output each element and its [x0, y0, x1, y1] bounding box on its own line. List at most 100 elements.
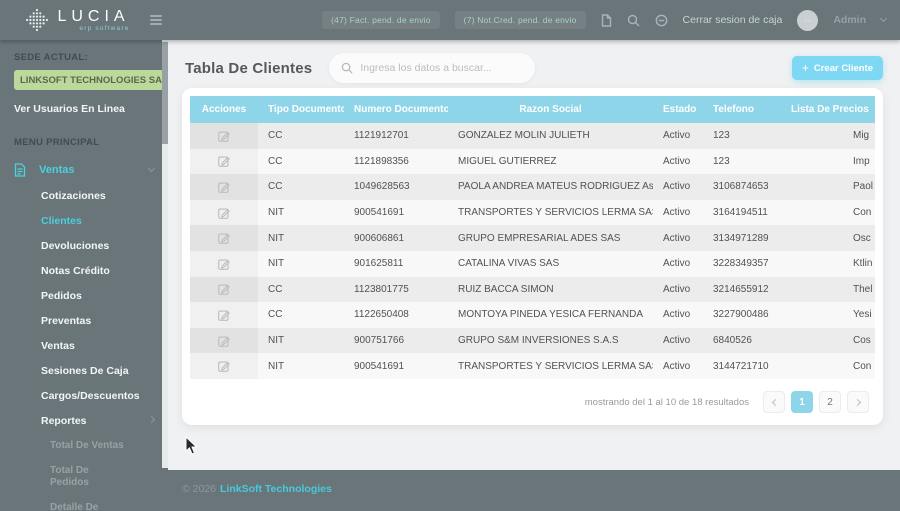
- cell-razon-social: PAOLA ANDREA MATEUS RODRIGUEZ Asf Asfas: [448, 181, 653, 192]
- search-icon[interactable]: [627, 14, 640, 27]
- sidebar-item-ventas-root[interactable]: Ventas: [14, 163, 156, 177]
- current-site-button[interactable]: LINKSOFT TECHNOLOGIES SAS - LINK: [14, 70, 164, 90]
- sidebar-item-label: Clientes: [41, 215, 82, 227]
- cell-estado: Activo: [653, 181, 703, 192]
- edit-pencil-icon: [218, 130, 230, 142]
- edit-row-button[interactable]: [190, 302, 258, 328]
- cell-tipo-documento: CC: [258, 181, 344, 192]
- search-input[interactable]: [360, 62, 523, 74]
- column-header-razon-social: Razon Social: [448, 104, 653, 115]
- edit-row-button[interactable]: [190, 251, 258, 277]
- sidebar-item-cargos-descuentos[interactable]: Cargos/Descuentos: [14, 390, 156, 402]
- document-text-icon: [14, 163, 26, 177]
- edit-row-button[interactable]: [190, 149, 258, 175]
- sidebar-item-cotizaciones[interactable]: Cotizaciones: [14, 190, 156, 202]
- edit-row-button[interactable]: [190, 225, 258, 251]
- cell-estado: Activo: [653, 309, 703, 320]
- user-menu-label[interactable]: Admin: [833, 14, 866, 26]
- sidebar-item-label: Devoluciones: [41, 240, 109, 252]
- edit-row-button[interactable]: [190, 277, 258, 303]
- sidebar-item-label: Reportes: [41, 415, 87, 427]
- table-row: NIT 900751766 GRUPO S&M INVERSIONES S.A.…: [190, 328, 875, 354]
- invoices-pending-badge[interactable]: (47) Fact. pend. de envio: [322, 11, 440, 29]
- cell-razon-social: TRANSPORTES Y SERVICIOS LERMA SAS: [448, 207, 653, 218]
- pagination-page-1[interactable]: 1: [791, 391, 813, 413]
- sidebar-report-item-total-de-pedidos[interactable]: Total De Pedidos: [14, 465, 156, 489]
- cell-lista-de-precios: Con: [781, 207, 875, 218]
- table-row: CC 1122650408 MONTOYA PINEDA YESICA FERN…: [190, 302, 875, 328]
- cell-numero-documento: 901625811: [344, 258, 448, 269]
- scrollbar-thumb[interactable]: [162, 42, 168, 144]
- sidebar-item-sesiones-de-caja[interactable]: Sesiones De Caja: [14, 365, 156, 377]
- pagination-summary: mostrando del 1 al 10 de 18 resultados: [585, 397, 749, 408]
- cell-telefono: 3164194511: [703, 207, 781, 218]
- edit-row-button[interactable]: [190, 174, 258, 200]
- column-header-lista-de-precios: Lista De Precios: [781, 104, 875, 115]
- cell-estado: Activo: [653, 258, 703, 269]
- cell-telefono: 3228349357: [703, 258, 781, 269]
- column-header-acciones: Acciones: [190, 104, 258, 115]
- cell-tipo-documento: CC: [258, 156, 344, 167]
- edit-row-button[interactable]: [190, 328, 258, 354]
- edit-pencil-icon: [218, 309, 230, 321]
- document-icon[interactable]: [601, 14, 612, 27]
- cell-razon-social: GRUPO S&M INVERSIONES S.A.S: [448, 335, 653, 346]
- cell-lista-de-precios: Cos: [781, 335, 875, 346]
- minus-circle-icon[interactable]: [655, 14, 668, 27]
- sidebar-item-label: Pedidos: [41, 290, 82, 302]
- cell-tipo-documento: NIT: [258, 258, 344, 269]
- table-row: NIT 900541691 TRANSPORTES Y SERVICIOS LE…: [190, 353, 875, 379]
- edit-row-button[interactable]: [190, 353, 258, 379]
- cell-numero-documento: 1123801775: [344, 284, 448, 295]
- cell-estado: Activo: [653, 156, 703, 167]
- create-client-button[interactable]: + Crear Cliente: [792, 56, 883, 80]
- cell-numero-documento: 900541691: [344, 361, 448, 372]
- sidebar-item-label: Cargos/Descuentos: [41, 390, 140, 402]
- cell-numero-documento: 1121912701: [344, 130, 448, 141]
- sidebar-report-item-detalle-de-ventas[interactable]: Detalle De Ventas: [14, 502, 156, 511]
- chevron-down-icon[interactable]: [880, 15, 887, 22]
- close-cash-session-link[interactable]: Cerrar sesion de caja: [683, 14, 783, 26]
- table-row: CC 1121898356 MIGUEL GUTIERREZ Activo 12…: [190, 149, 875, 175]
- sidebar-item-ventas[interactable]: Ventas: [14, 340, 156, 352]
- users-online-link[interactable]: Ver Usuarios En Linea: [14, 103, 156, 115]
- sidebar-scrollbar[interactable]: [162, 40, 168, 468]
- pagination-next-button[interactable]: [847, 391, 869, 413]
- edit-row-button[interactable]: [190, 200, 258, 226]
- cell-tipo-documento: NIT: [258, 361, 344, 372]
- cell-numero-documento: 900751766: [344, 335, 448, 346]
- table-row: NIT 901625811 CATALINA VIVAS SAS Activo …: [190, 251, 875, 277]
- sidebar-item-clientes[interactable]: Clientes: [14, 215, 156, 227]
- user-avatar[interactable]: --: [797, 10, 818, 31]
- company-link[interactable]: LinkSoft Technologies: [220, 483, 332, 495]
- sidebar-item-reportes[interactable]: Reportes: [14, 415, 156, 427]
- edit-pencil-icon: [218, 155, 230, 167]
- sidebar-item-preventas[interactable]: Preventas: [14, 315, 156, 327]
- cell-tipo-documento: CC: [258, 130, 344, 141]
- top-bar-actions: (47) Fact. pend. de envio (7) Not.Cred. …: [322, 10, 900, 31]
- hamburger-menu-icon[interactable]: [150, 15, 162, 25]
- sidebar: SEDE ACTUAL: LINKSOFT TECHNOLOGIES SAS -…: [0, 40, 168, 511]
- sidebar-item-notas-cr-dito[interactable]: Notas Crédito: [14, 265, 156, 277]
- client-search: [329, 53, 535, 83]
- credit-notes-pending-badge[interactable]: (7) Not.Cred. pend. de envio: [455, 11, 586, 29]
- sidebar-item-devoluciones[interactable]: Devoluciones: [14, 240, 156, 252]
- cell-numero-documento: 1122650408: [344, 309, 448, 320]
- table-row: NIT 900541691 TRANSPORTES Y SERVICIOS LE…: [190, 200, 875, 226]
- pagination-page-2[interactable]: 2: [819, 391, 841, 413]
- edit-row-button[interactable]: [190, 123, 258, 149]
- cell-estado: Activo: [653, 130, 703, 141]
- cell-estado: Activo: [653, 284, 703, 295]
- column-header-tipo-documento: Tipo Documento: [258, 104, 344, 115]
- sidebar-item-label: Cotizaciones: [41, 190, 106, 202]
- cell-telefono: 123: [703, 156, 781, 167]
- create-client-label: Crear Cliente: [814, 63, 873, 74]
- sidebar-item-pedidos[interactable]: Pedidos: [14, 290, 156, 302]
- edit-pencil-icon: [218, 283, 230, 295]
- cell-telefono: 123: [703, 130, 781, 141]
- plus-icon: +: [802, 63, 809, 73]
- cell-razon-social: GRUPO EMPRESARIAL ADES SAS: [448, 233, 653, 244]
- pagination-prev-button[interactable]: [763, 391, 785, 413]
- edit-pencil-icon: [218, 232, 230, 244]
- sidebar-report-item-total-de-ventas[interactable]: Total De Ventas: [14, 440, 156, 452]
